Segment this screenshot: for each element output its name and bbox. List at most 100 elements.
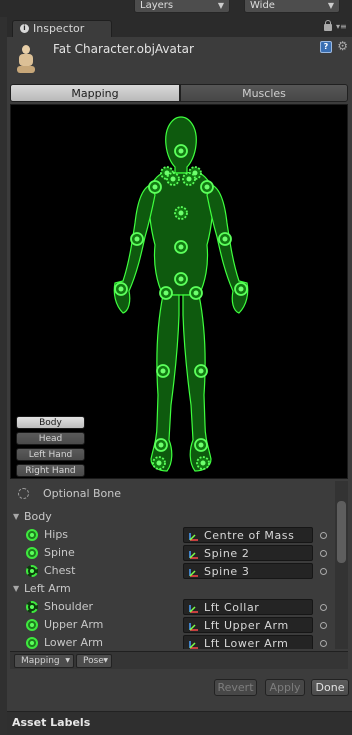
left-panel-edge: [0, 17, 7, 735]
bone-status-icon[interactable]: [26, 637, 38, 649]
optional-bone-status-icon[interactable]: [26, 601, 38, 613]
optional-bone-label: Optional Bone: [43, 487, 122, 500]
object-picker-icon[interactable]: [320, 532, 327, 539]
bone-marker-center: [198, 368, 204, 374]
bone-name: Hips: [44, 528, 69, 541]
body-part-body-button[interactable]: Body: [16, 416, 85, 429]
bone-target-value: Spine 2: [204, 547, 250, 560]
layout-label: Wide: [250, 0, 275, 11]
object-picker-icon[interactable]: [320, 550, 327, 557]
bone-marker-center: [178, 244, 184, 250]
bone-row-shoulder: Shoulder Lft Collar: [10, 598, 340, 616]
bone-marker-center: [178, 148, 184, 154]
tab-mapping[interactable]: Mapping: [10, 84, 180, 102]
mapping-menu-label: Mapping: [21, 656, 60, 666]
bone-marker-center: [170, 176, 176, 182]
section-body[interactable]: ▼ Body: [10, 510, 330, 525]
pose-menu[interactable]: Pose ▼: [76, 654, 112, 668]
apply-button[interactable]: Apply: [265, 679, 305, 696]
section-left-arm-label: Left Arm: [24, 582, 71, 595]
layers-label: Layers: [140, 0, 174, 11]
body-part-right-hand-button[interactable]: Right Hand: [16, 464, 85, 477]
avatar-mapping-view: Body Head Left Hand Right Hand: [10, 104, 348, 479]
bone-row-hips: Hips Centre of Mass: [10, 526, 340, 544]
layout-dropdown[interactable]: Wide ▼: [244, 0, 340, 13]
bone-row-lower-arm: Lower Arm Lft Lower Arm: [10, 634, 340, 649]
bone-marker-center: [118, 286, 124, 292]
object-picker-icon[interactable]: [320, 568, 327, 575]
inspector-header: Fat Character.objAvatar ? ⚙: [7, 37, 352, 82]
bone-marker-center: [156, 460, 162, 466]
section-left-arm[interactable]: ▼ Left Arm: [10, 582, 330, 597]
bone-marker-center: [193, 290, 199, 296]
bone-status-icon[interactable]: [26, 619, 38, 631]
bone-mapping-list: Optional Bone ▼ Body Hips Centre of Mass…: [10, 481, 348, 649]
bone-target-value: Spine 3: [204, 565, 250, 578]
expand-triangle-icon: ▼: [13, 584, 20, 593]
bone-status-icon[interactable]: [26, 547, 38, 559]
asset-title: Fat Character.objAvatar: [53, 42, 194, 56]
bone-marker-center: [152, 184, 158, 190]
bone-status-icon[interactable]: [26, 529, 38, 541]
bone-target-value: Lft Lower Arm: [204, 637, 289, 649]
bone-marker-center: [178, 210, 184, 216]
bone-marker-center: [186, 176, 192, 182]
bone-target-value: Centre of Mass: [204, 529, 295, 542]
bone-marker-center: [158, 442, 164, 448]
chevron-down-icon: ▼: [217, 1, 224, 10]
bone-list-scrollbar[interactable]: [335, 481, 348, 649]
bone-name: Lower Arm: [44, 636, 104, 649]
info-icon: i: [20, 24, 29, 33]
optional-bone-legend: Optional Bone: [10, 485, 330, 501]
revert-button[interactable]: Revert: [214, 679, 257, 696]
mapping-menu[interactable]: Mapping ▼: [14, 654, 74, 668]
bone-transform-field[interactable]: Lft Upper Arm: [183, 617, 313, 633]
expand-triangle-icon: ▼: [13, 512, 20, 521]
bone-row-spine: Spine Spine 2: [10, 544, 340, 562]
bone-name: Upper Arm: [44, 618, 104, 631]
tab-menu-icon[interactable]: ▾≡: [336, 23, 348, 31]
bone-name: Spine: [44, 546, 75, 559]
bone-target-value: Lft Collar: [204, 601, 260, 614]
asset-labels-header[interactable]: Asset Labels: [7, 711, 352, 735]
object-picker-icon[interactable]: [320, 604, 327, 611]
transform-icon: [189, 569, 198, 577]
bone-transform-field[interactable]: Spine 3: [183, 563, 313, 579]
top-toolbar: Layers ▼ Wide ▼: [0, 0, 352, 17]
bone-marker-center: [204, 184, 210, 190]
body-part-head-button[interactable]: Head: [16, 432, 85, 445]
transform-icon: [189, 623, 198, 631]
bone-transform-field[interactable]: Spine 2: [183, 545, 313, 561]
scrollbar-thumb[interactable]: [337, 501, 346, 563]
mapping-toolbar: Mapping ▼ Pose ▼: [10, 651, 348, 669]
bone-marker-center: [163, 290, 169, 296]
body-silhouette: [113, 116, 249, 472]
transform-icon: [189, 641, 198, 649]
optional-bone-icon: [18, 488, 29, 499]
bone-marker-center: [178, 276, 184, 282]
chevron-down-icon: ▼: [65, 657, 70, 664]
layers-dropdown[interactable]: Layers ▼: [134, 0, 230, 13]
optional-bone-status-icon[interactable]: [26, 565, 38, 577]
help-icon[interactable]: ?: [320, 41, 332, 53]
tab-muscles[interactable]: Muscles: [180, 84, 348, 102]
tab-inspector[interactable]: i Inspector: [12, 20, 112, 37]
body-part-left-hand-button[interactable]: Left Hand: [16, 448, 85, 461]
object-picker-icon[interactable]: [320, 622, 327, 629]
bone-transform-field[interactable]: Lft Lower Arm: [183, 635, 313, 649]
bone-target-value: Lft Upper Arm: [204, 619, 289, 632]
chevron-down-icon: ▼: [103, 657, 108, 664]
bone-marker-center: [200, 460, 206, 466]
pose-menu-label: Pose: [83, 656, 104, 666]
tab-bar: i Inspector ▾≡: [7, 17, 352, 37]
bone-transform-field[interactable]: Lft Collar: [183, 599, 313, 615]
tab-inspector-label: Inspector: [33, 22, 85, 35]
lock-icon[interactable]: [324, 20, 332, 31]
done-button[interactable]: Done: [311, 679, 349, 696]
bone-transform-field[interactable]: Centre of Mass: [183, 527, 313, 543]
object-picker-icon[interactable]: [320, 640, 327, 647]
bone-name: Chest: [44, 564, 76, 577]
transform-icon: [189, 533, 198, 541]
gear-icon[interactable]: ⚙: [337, 39, 348, 53]
bone-marker-center: [198, 442, 204, 448]
